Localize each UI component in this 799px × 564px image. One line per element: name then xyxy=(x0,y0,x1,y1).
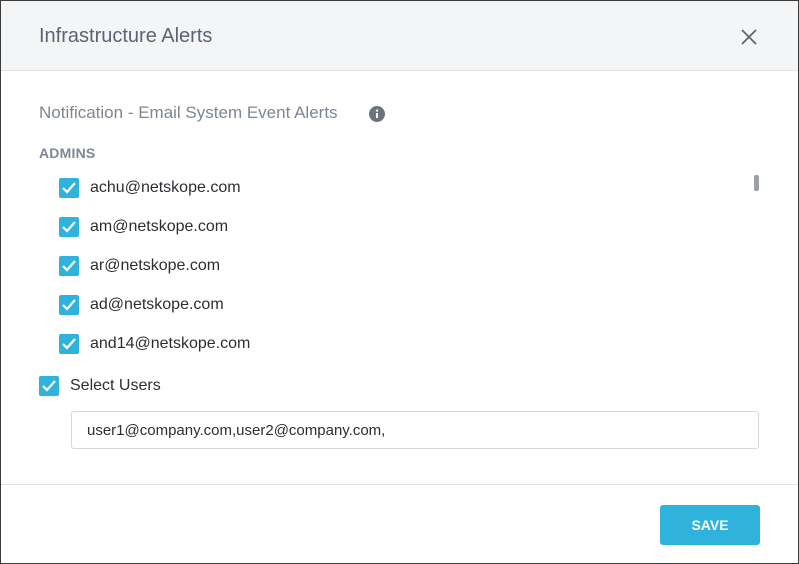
save-button[interactable]: SAVE xyxy=(660,505,760,545)
admin-email: am@netskope.com xyxy=(90,218,229,235)
modal-header: Infrastructure Alerts xyxy=(1,1,798,71)
admins-label: ADMINS xyxy=(39,145,96,161)
checkbox[interactable] xyxy=(59,295,79,315)
checkbox[interactable] xyxy=(59,334,79,354)
admin-item[interactable]: achu@netskope.com xyxy=(59,177,241,199)
admin-email: ar@netskope.com xyxy=(90,257,221,274)
close-icon[interactable] xyxy=(737,25,761,49)
info-icon[interactable] xyxy=(369,106,385,122)
infrastructure-alerts-modal: Infrastructure Alerts Notification - Ema… xyxy=(0,0,799,564)
footer-divider xyxy=(1,484,798,485)
select-users-label: Select Users xyxy=(70,377,161,394)
admin-item[interactable]: ad@netskope.com xyxy=(59,294,224,316)
admin-item[interactable]: and14@netskope.com xyxy=(59,333,250,355)
select-users-checkbox[interactable] xyxy=(39,376,59,396)
checkbox[interactable] xyxy=(59,217,79,237)
checkbox[interactable] xyxy=(59,178,79,198)
admin-item[interactable]: ar@netskope.com xyxy=(59,255,220,277)
admin-email: ad@netskope.com xyxy=(90,296,224,313)
checkmark-icon xyxy=(62,221,76,233)
admins-list: achu@netskope.com am@netskope.com ar@net… xyxy=(1,169,798,361)
admin-email: and14@netskope.com xyxy=(90,335,251,352)
admins-list-scrollbar[interactable] xyxy=(754,175,759,191)
checkmark-icon xyxy=(62,260,76,272)
checkmark-icon xyxy=(62,182,76,194)
checkmark-icon xyxy=(62,338,76,350)
checkbox[interactable] xyxy=(59,256,79,276)
notification-title: Notification - Email System Event Alerts xyxy=(39,103,338,122)
checkmark-icon xyxy=(62,299,76,311)
select-users-input[interactable] xyxy=(71,411,759,449)
admin-item[interactable]: am@netskope.com xyxy=(59,216,228,238)
checkmark-icon xyxy=(42,380,56,392)
modal-title: Infrastructure Alerts xyxy=(39,25,213,47)
select-users-option[interactable]: Select Users xyxy=(39,375,161,397)
admin-email: achu@netskope.com xyxy=(90,179,241,196)
